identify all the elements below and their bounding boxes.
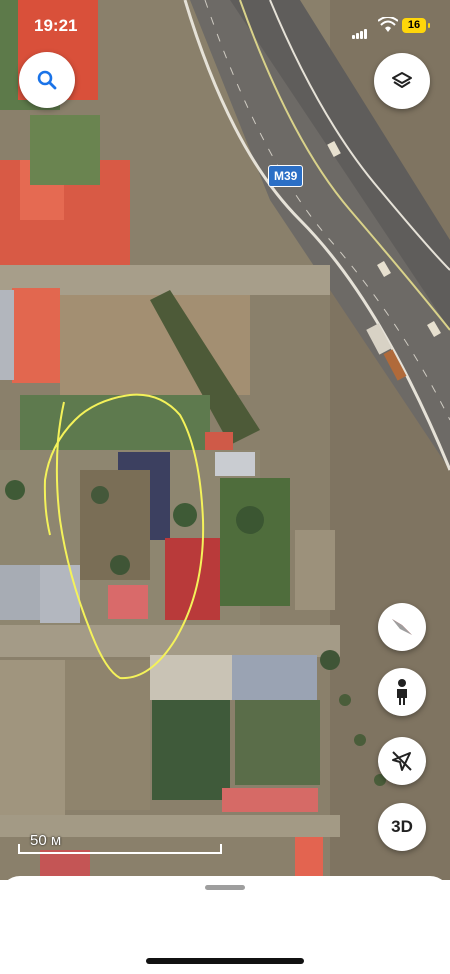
location-arrow-off-icon: [392, 751, 412, 771]
layers-button[interactable]: [374, 53, 430, 109]
compass-icon: [392, 619, 412, 635]
bottom-sheet[interactable]: [0, 876, 450, 974]
cellular-signal-icon: [352, 21, 368, 39]
my-location-button[interactable]: [378, 737, 426, 785]
search-button[interactable]: [19, 52, 75, 108]
pegman-icon: [397, 679, 407, 705]
home-indicator: [146, 958, 304, 964]
search-icon: [37, 70, 57, 90]
status-time: 19:21: [34, 16, 78, 35]
battery-indicator: 16: [402, 18, 430, 33]
status-bar: 19:21 16: [0, 0, 450, 50]
road-shield-m39: M39: [268, 165, 304, 187]
sheet-grabber-handle[interactable]: [205, 885, 245, 890]
street-view-button[interactable]: [378, 668, 426, 716]
wifi-icon: [378, 17, 398, 32]
scale-bar: [18, 844, 222, 854]
map-scale: 50 м: [18, 832, 222, 854]
layers-icon: [392, 72, 412, 88]
3d-view-label: 3D: [391, 817, 413, 836]
3d-view-button[interactable]: 3D: [378, 803, 426, 851]
compass-button[interactable]: [378, 603, 426, 651]
